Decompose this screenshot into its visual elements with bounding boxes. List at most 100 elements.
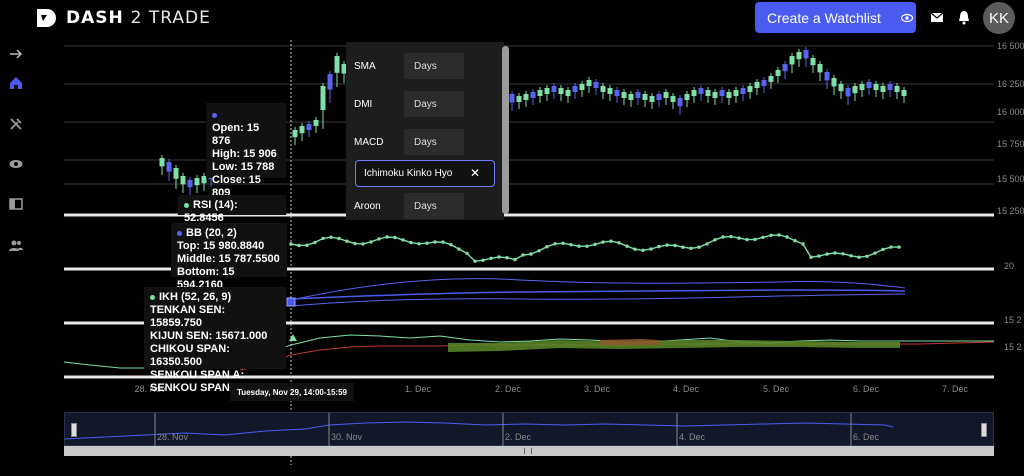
navigator-label: 6. Dec	[853, 432, 880, 442]
series-dot	[177, 230, 182, 236]
bottom-axis-label: 15 2	[1004, 342, 1022, 352]
indicator-row-aroon[interactable]: Aroon Days	[354, 193, 464, 219]
rsi-point	[817, 254, 821, 258]
navigator[interactable]: 28. Nov 30. Nov 2. Dec 4. Dec 6. Dec	[64, 412, 994, 447]
candle-body	[159, 158, 165, 167]
rsi-point	[865, 254, 869, 258]
candle-body	[782, 64, 788, 72]
rsi-point	[625, 244, 629, 248]
candle-body	[866, 82, 872, 88]
rsi-point	[593, 242, 597, 247]
rsi-point	[713, 238, 717, 242]
rsi-point	[849, 254, 853, 258]
indicator-days-input[interactable]: Days	[404, 91, 464, 117]
navigator-scrollbar[interactable]	[64, 446, 994, 456]
rsi-point	[769, 233, 773, 237]
x-axis-label: 7. Dec	[942, 384, 969, 394]
candle-body	[684, 94, 690, 100]
candle-body	[838, 84, 844, 92]
rsi-point	[321, 236, 325, 241]
price-chart[interactable]: 16 500 16 250 16 000 15 750 15 500 15 25…	[0, 0, 1024, 476]
candle-body	[572, 86, 578, 92]
x-axis-label: 2. Dec	[495, 384, 522, 394]
rsi-point	[729, 234, 733, 239]
candle-body	[726, 92, 732, 98]
rsi-point	[641, 248, 645, 252]
candle-body	[656, 94, 662, 100]
candle-body	[509, 94, 515, 103]
candle-body	[180, 176, 186, 185]
candle-body	[166, 162, 172, 172]
rsi-point	[777, 233, 781, 237]
rsi-point	[609, 239, 613, 243]
rsi-point	[889, 245, 893, 249]
candle-body	[768, 76, 774, 82]
price-axis-label: 16 000	[997, 107, 1024, 117]
candle-body	[803, 50, 809, 59]
rsi-point	[449, 243, 453, 247]
rsi-point	[633, 247, 637, 251]
rsi-point	[561, 241, 565, 245]
ohlc-tooltip: Open: 15 876 High: 15 906 Low: 15 788 Cl…	[206, 103, 286, 199]
rsi-point	[553, 242, 557, 246]
navigator-right-handle[interactable]	[981, 423, 987, 437]
candle-body	[845, 88, 851, 97]
candle-body	[607, 88, 613, 94]
indicator-label: Aroon	[354, 200, 381, 212]
indicator-label: DMI	[354, 98, 373, 110]
candle-body	[320, 86, 326, 110]
rsi-point	[833, 251, 837, 255]
candle-body	[810, 58, 816, 66]
rsi-point	[401, 238, 405, 242]
candle-body	[824, 72, 830, 81]
series-dot	[150, 294, 155, 300]
rsi-point	[873, 251, 877, 255]
date-tooltip: Tuesday, Nov 29, 14:00-15:59	[230, 383, 354, 401]
rsi-point	[753, 237, 757, 242]
bb-middle: Middle: 15 787.5500	[177, 253, 280, 265]
candle-body	[712, 92, 718, 98]
rsi-point	[793, 239, 797, 243]
indicator-days-input[interactable]: Days	[404, 53, 464, 79]
x-axis-label: 3. Dec	[584, 384, 611, 394]
indicator-label: SMA	[354, 60, 376, 72]
rsi-point	[377, 237, 381, 241]
candle-body	[530, 92, 536, 98]
indicator-row-dmi[interactable]: DMI Days	[354, 91, 464, 117]
close-icon[interactable]: ✕	[470, 166, 480, 180]
indicator-days-input[interactable]: Days	[404, 129, 464, 155]
candle-body	[747, 86, 753, 92]
rsi-point	[457, 247, 461, 251]
rsi-point	[305, 243, 309, 247]
indicator-row-sma[interactable]: SMA Days	[354, 53, 464, 79]
candle-body	[173, 168, 179, 179]
indicator-selected-ichimoku[interactable]: Ichimoku Kinko Hyo ✕	[355, 160, 495, 187]
indicator-days-input[interactable]: Days	[404, 193, 464, 219]
candle-body	[852, 86, 858, 94]
rsi-line	[290, 234, 899, 262]
candle-body	[796, 52, 802, 60]
candle-body	[733, 90, 739, 96]
rsi-point	[433, 240, 437, 244]
navigator-left-handle[interactable]	[71, 423, 77, 437]
rsi-point	[841, 252, 845, 256]
candle-body	[187, 180, 193, 188]
indicator-label: MACD	[354, 136, 384, 148]
indicator-menu-scrollbar[interactable]	[502, 46, 509, 214]
scrollbar-grip[interactable]	[524, 448, 532, 454]
price-axis-label: 15 500	[997, 174, 1024, 184]
candle-body	[558, 88, 564, 94]
candle-body	[600, 86, 606, 92]
candle-body	[698, 88, 704, 94]
rsi-point	[385, 235, 389, 239]
rsi-point	[369, 240, 373, 244]
navigator-label: 30. Nov	[331, 432, 363, 442]
ikh-axis-label: 15 2	[1004, 315, 1022, 325]
rsi-point	[361, 242, 365, 246]
bb-tooltip: BB (20, 2) Top: 15 980.8840 Middle: 15 7…	[171, 223, 287, 291]
rsi-axis-label: 20	[1004, 261, 1014, 271]
rsi-point	[353, 241, 357, 246]
candle-body	[789, 56, 795, 65]
indicator-row-macd[interactable]: MACD Days	[354, 129, 464, 155]
candle-body	[292, 130, 298, 138]
